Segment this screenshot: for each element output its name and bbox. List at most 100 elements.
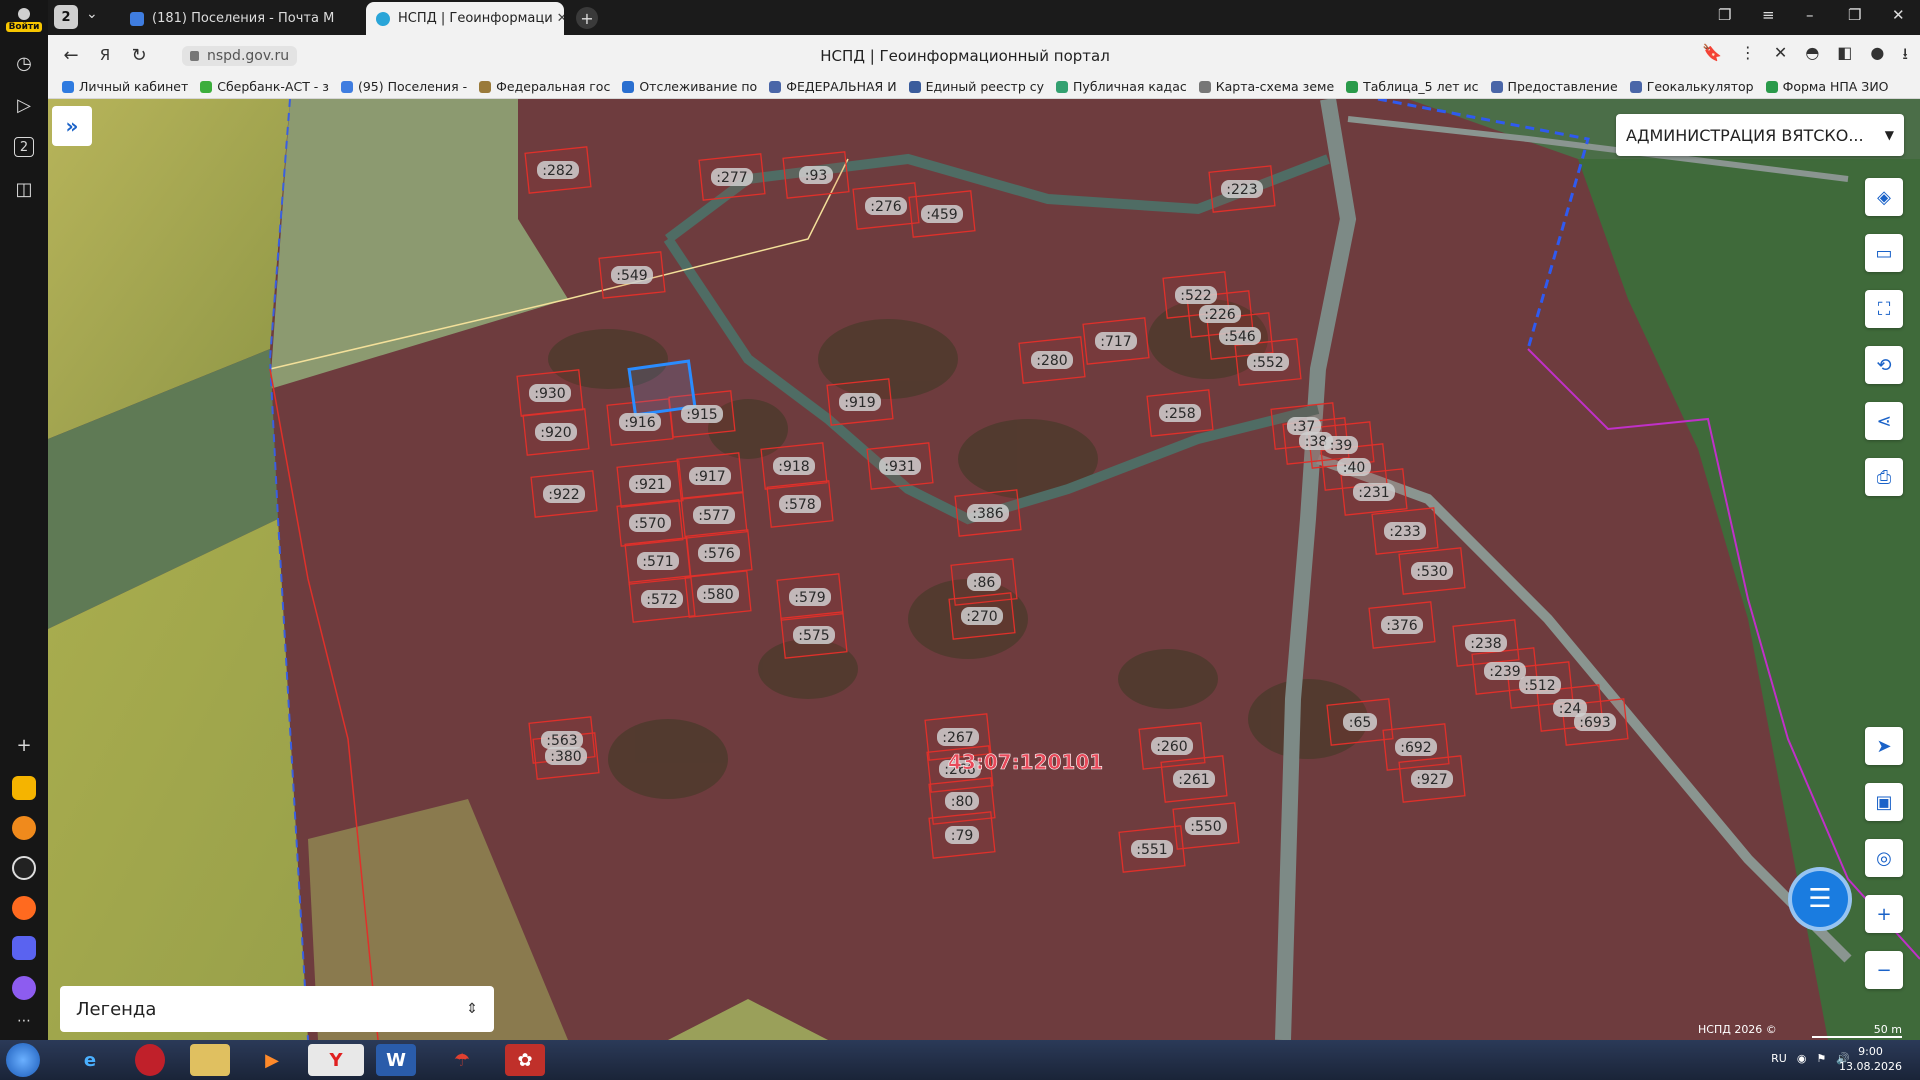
- plot-label[interactable]: :239: [1484, 662, 1526, 680]
- history-button[interactable]: ⟲: [1865, 346, 1903, 384]
- flag-icon[interactable]: ⚑: [1816, 1052, 1826, 1065]
- app-umbrella-icon[interactable]: ☂: [442, 1044, 482, 1076]
- cloud-icon[interactable]: [12, 816, 36, 840]
- plot-label[interactable]: :930: [529, 384, 571, 402]
- geolocation-button[interactable]: ➤: [1865, 727, 1903, 765]
- hat-icon[interactable]: ◓: [1805, 43, 1819, 70]
- plot-label[interactable]: :276: [865, 197, 907, 215]
- app-red-icon[interactable]: [135, 1044, 165, 1076]
- minimap-button[interactable]: ▣: [1865, 783, 1903, 821]
- plot-label[interactable]: :39: [1324, 436, 1358, 454]
- minimize-icon[interactable]: –: [1806, 6, 1814, 24]
- plot-label[interactable]: :282: [537, 161, 579, 179]
- plot-label[interactable]: :93: [799, 166, 833, 184]
- plot-label[interactable]: :579: [789, 588, 831, 606]
- close-icon[interactable]: ✕: [553, 11, 564, 26]
- reload-icon[interactable]: ↻: [122, 45, 156, 66]
- chevron-down-icon[interactable]: ⌄: [86, 6, 98, 22]
- bookmark-item[interactable]: (95) Поселения -: [340, 79, 467, 94]
- layers-button[interactable]: ◈: [1865, 178, 1903, 216]
- bookmark-item[interactable]: Отслеживание по: [622, 79, 757, 94]
- plot-label[interactable]: :919: [839, 393, 881, 411]
- plot-label[interactable]: :270: [961, 607, 1003, 625]
- ie-icon[interactable]: e: [70, 1044, 110, 1076]
- plot-label[interactable]: :915: [681, 405, 723, 423]
- plot-label[interactable]: :260: [1151, 737, 1193, 755]
- plot-label[interactable]: :386: [967, 504, 1009, 522]
- zoom-out-button[interactable]: −: [1865, 951, 1903, 989]
- bookmarks-panel-icon[interactable]: ❐: [1718, 6, 1731, 24]
- plot-label[interactable]: :546: [1219, 327, 1261, 345]
- plot-label[interactable]: :922: [543, 485, 585, 503]
- map-viewport[interactable]: :282:277:93:276:459:223:549:522:226:546:…: [48, 99, 1920, 1040]
- plot-label[interactable]: :380: [545, 747, 587, 765]
- plot-label[interactable]: :86: [967, 573, 1001, 591]
- plot-label[interactable]: :376: [1381, 616, 1423, 634]
- yandex-icon[interactable]: Я: [88, 46, 122, 64]
- plot-label[interactable]: :580: [697, 585, 739, 603]
- plot-label[interactable]: :40: [1337, 458, 1371, 476]
- search-location-button[interactable]: ◎: [1865, 839, 1903, 877]
- plot-label[interactable]: :578: [779, 495, 821, 513]
- plot-label[interactable]: :916: [619, 413, 661, 431]
- plot-label[interactable]: :576: [698, 544, 740, 562]
- plot-label[interactable]: :258: [1159, 404, 1201, 422]
- plot-label[interactable]: :530: [1411, 562, 1453, 580]
- plot-label[interactable]: :921: [629, 475, 671, 493]
- plot-label[interactable]: :575: [793, 626, 835, 644]
- expand-panel-button[interactable]: »: [52, 106, 92, 146]
- plot-label[interactable]: :65: [1343, 713, 1377, 731]
- more-icon[interactable]: ⋯: [9, 1006, 39, 1036]
- bookmark-item[interactable]: Личный кабинет: [62, 79, 188, 94]
- plot-label[interactable]: :79: [945, 826, 979, 844]
- plot-label[interactable]: :551: [1131, 840, 1173, 858]
- plot-label[interactable]: :552: [1247, 353, 1289, 371]
- plot-label[interactable]: :80: [945, 792, 979, 810]
- new-tab-button[interactable]: +: [576, 7, 598, 29]
- explorer-icon[interactable]: [190, 1044, 230, 1076]
- messenger-icon[interactable]: [12, 936, 36, 960]
- plot-label[interactable]: :550: [1185, 817, 1227, 835]
- plot-label[interactable]: :563: [541, 731, 583, 749]
- login-button[interactable]: Войти: [5, 4, 43, 36]
- url-field[interactable]: nspd.gov.ru НСПД | Геоинформационный пор…: [182, 42, 1748, 70]
- bookmark-item[interactable]: Федеральная гос: [479, 79, 610, 94]
- legend-panel[interactable]: Легенда ⇕: [60, 986, 494, 1032]
- language-indicator[interactable]: RU: [1771, 1052, 1787, 1065]
- restore-icon[interactable]: ❐: [1848, 6, 1861, 24]
- profile-icon[interactable]: ●: [1870, 43, 1884, 70]
- share-button[interactable]: ⋖: [1865, 402, 1903, 440]
- yandex-browser-icon[interactable]: Y: [308, 1044, 364, 1076]
- menu-icon[interactable]: ≡: [1762, 6, 1775, 24]
- tab-groups-button[interactable]: 2: [9, 132, 39, 162]
- back-icon[interactable]: ←: [54, 45, 88, 66]
- map-canvas[interactable]: :282:277:93:276:459:223:549:522:226:546:…: [48, 99, 1920, 1040]
- more-vert-icon[interactable]: ⋮: [1740, 43, 1756, 70]
- play-icon[interactable]: ▷: [9, 90, 39, 120]
- plot-label[interactable]: :920: [535, 423, 577, 441]
- bookmark-item[interactable]: Карта-схема земе: [1198, 79, 1334, 94]
- plot-label[interactable]: :717: [1095, 332, 1137, 350]
- assistant-icon[interactable]: [12, 976, 36, 1000]
- plot-label[interactable]: :549: [611, 266, 653, 284]
- chat-button[interactable]: ☰: [1788, 867, 1852, 931]
- bookmark-item[interactable]: Предоставление: [1490, 79, 1618, 94]
- area-select-button[interactable]: ⛶: [1865, 290, 1903, 328]
- plot-label[interactable]: :931: [879, 457, 921, 475]
- add-icon[interactable]: +: [9, 730, 39, 760]
- plot-label[interactable]: :522: [1175, 286, 1217, 304]
- screenshot-icon[interactable]: ◫: [9, 174, 39, 204]
- url-chip[interactable]: nspd.gov.ru: [182, 46, 298, 66]
- network-icon[interactable]: ◉: [1797, 1052, 1807, 1065]
- plot-label[interactable]: :261: [1173, 770, 1215, 788]
- tab-nspd[interactable]: НСПД | Геоинформаци ✕: [366, 2, 564, 35]
- plot-label[interactable]: :512: [1519, 676, 1561, 694]
- bookmark-item[interactable]: Геокалькулятор: [1629, 79, 1754, 94]
- alice-icon[interactable]: [12, 856, 36, 880]
- plot-label[interactable]: :917: [689, 467, 731, 485]
- plot-label[interactable]: :927: [1411, 770, 1453, 788]
- bookmark-icon[interactable]: 🔖: [1702, 43, 1722, 70]
- plot-label[interactable]: :231: [1353, 483, 1395, 501]
- plot-label[interactable]: :238: [1465, 634, 1507, 652]
- measure-button[interactable]: ▭: [1865, 234, 1903, 272]
